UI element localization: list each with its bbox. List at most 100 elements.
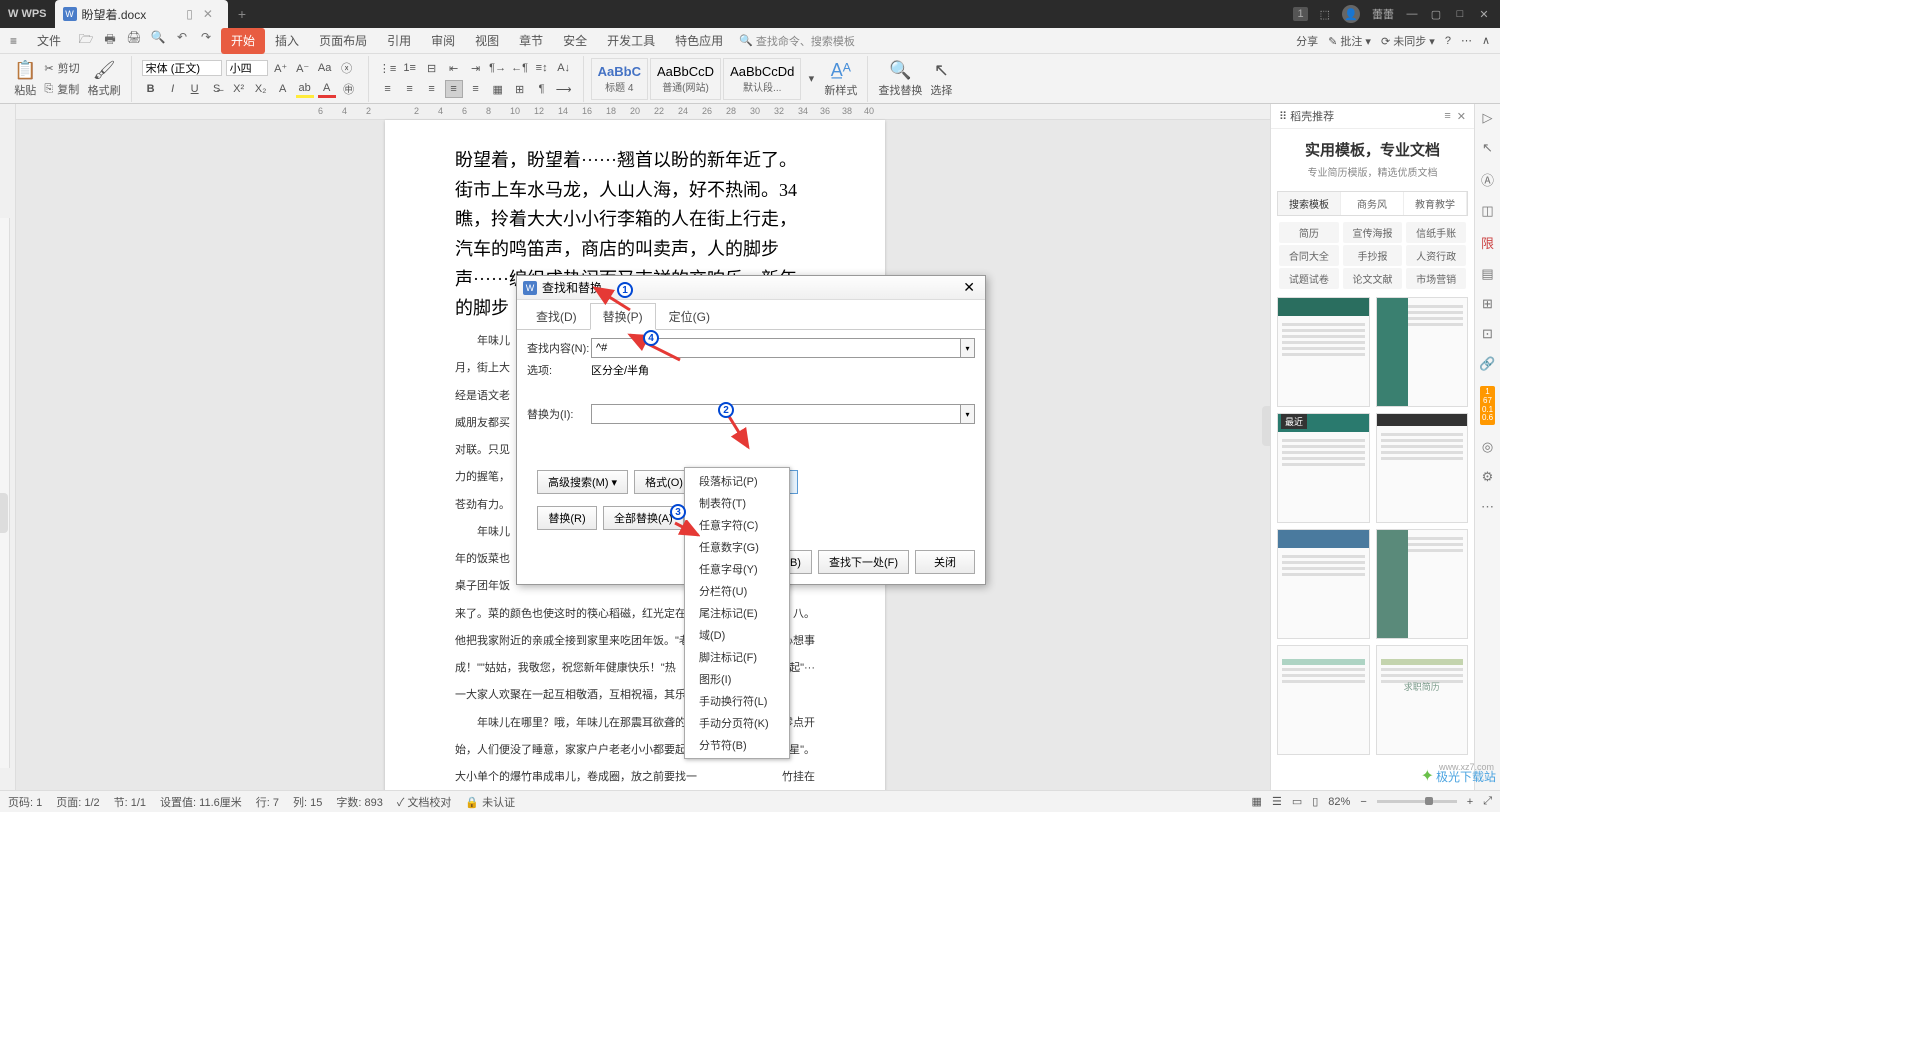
template-thumb[interactable] — [1376, 413, 1469, 523]
menu-footnote[interactable]: 脚注标记(F) — [685, 646, 789, 668]
user-avatar[interactable]: 👤 — [1342, 5, 1360, 23]
copy-button[interactable]: ⎘ 复制 — [44, 81, 79, 97]
menu-column-break[interactable]: 分栏符(U) — [685, 580, 789, 602]
side-circle-icon[interactable]: ◎ — [1482, 439, 1493, 455]
fontcolor-icon[interactable]: A — [318, 80, 336, 98]
menu-any-letter[interactable]: 任意字母(Y) — [685, 558, 789, 580]
panel-close-icon[interactable]: ✕ — [1457, 110, 1466, 123]
font-size-select[interactable] — [226, 60, 268, 76]
help-icon[interactable]: ? — [1445, 35, 1451, 47]
bold-icon[interactable]: B — [142, 80, 160, 98]
side-limit-icon[interactable]: 限 — [1481, 233, 1494, 252]
increase-font-icon[interactable]: A⁺ — [272, 59, 290, 77]
side-select-icon[interactable]: ↖ — [1482, 140, 1493, 156]
side-style-icon[interactable]: Ⓐ — [1481, 170, 1494, 189]
comment-button[interactable]: ✎ 批注 ▾ — [1328, 33, 1371, 49]
status-words[interactable]: 字数: 893 — [336, 794, 382, 810]
menu-any-digit[interactable]: 任意数字(G) — [685, 536, 789, 558]
linespacing-icon[interactable]: ≡↕ — [533, 59, 551, 77]
decrease-indent-icon[interactable]: ⇤ — [445, 59, 463, 77]
subscript-icon[interactable]: X₂ — [252, 80, 270, 98]
apps-icon[interactable]: ⬚ — [1320, 8, 1330, 21]
side-shape-icon[interactable]: ◫ — [1481, 203, 1493, 219]
tag[interactable]: 试题试卷 — [1279, 268, 1339, 289]
template-thumb[interactable] — [1277, 297, 1370, 407]
tab-references[interactable]: 引用 — [377, 28, 421, 54]
chevron-icon[interactable]: ∧ — [1482, 34, 1490, 47]
tag[interactable]: 信纸手账 — [1406, 222, 1466, 243]
cut-button[interactable]: ✂ 剪切 — [44, 60, 79, 76]
share-button[interactable]: 分享 — [1296, 33, 1318, 49]
shading-icon[interactable]: ▦ — [489, 80, 507, 98]
print-icon[interactable]: 🖨 — [125, 30, 143, 51]
panel-grip-icon[interactable]: ⠿ — [1279, 110, 1287, 123]
tab-start[interactable]: 开始 — [221, 28, 265, 54]
panel-collapse-handle[interactable] — [1262, 406, 1270, 446]
status-proof[interactable]: ✓ 文档校对 — [397, 794, 452, 810]
window-minimize[interactable]: — — [1406, 8, 1418, 20]
menu-section-break[interactable]: 分节符(B) — [685, 734, 789, 756]
cat-business[interactable]: 商务风 — [1341, 192, 1404, 215]
template-thumb[interactable] — [1277, 529, 1370, 639]
select-button[interactable]: ↖选择 — [926, 60, 956, 98]
tag[interactable]: 宣传海报 — [1343, 222, 1403, 243]
zoom-in-icon[interactable]: + — [1467, 796, 1473, 808]
tag[interactable]: 人资行政 — [1406, 245, 1466, 266]
window-maximize[interactable]: □ — [1454, 8, 1466, 20]
redo-icon[interactable]: ↷ — [197, 30, 215, 51]
bullets-icon[interactable]: ⋮≡ — [379, 59, 397, 77]
menu-endnote[interactable]: 尾注标记(E) — [685, 602, 789, 624]
tab-layout[interactable]: 页面布局 — [309, 28, 377, 54]
multilevel-icon[interactable]: ⊟ — [423, 59, 441, 77]
panel-settings-icon[interactable]: ≡ — [1444, 110, 1450, 123]
side-more-icon[interactable]: ⋯ — [1481, 499, 1494, 515]
replace-button[interactable]: 替换(R) — [537, 506, 597, 530]
zoom-slider[interactable] — [1377, 800, 1457, 803]
newstyle-button[interactable]: A̲ᴬ新样式 — [820, 60, 861, 98]
tab-devtools[interactable]: 开发工具 — [597, 28, 665, 54]
close-button[interactable]: 关闭 — [915, 550, 975, 574]
align-left-icon[interactable]: ≡ — [379, 80, 397, 98]
italic-icon[interactable]: I — [164, 80, 182, 98]
style-heading4[interactable]: AaBbC标题 4 — [591, 58, 648, 100]
menu-graphic[interactable]: 图形(I) — [685, 668, 789, 690]
align-distribute-icon[interactable]: ≡ — [467, 80, 485, 98]
recent-badge[interactable]: 最近 — [1281, 414, 1307, 429]
cat-search[interactable]: 搜索模板 — [1278, 192, 1341, 215]
font-name-select[interactable] — [142, 60, 222, 76]
menu-field[interactable]: 域(D) — [685, 624, 789, 646]
save-icon[interactable]: 🖶 — [101, 30, 119, 51]
zoom-value[interactable]: 82% — [1328, 796, 1350, 808]
style-default[interactable]: AaBbCcDd默认段... — [723, 58, 801, 100]
align-right-icon[interactable]: ≡ — [423, 80, 441, 98]
tab-close-icon[interactable]: ✕ — [203, 7, 213, 21]
horizontal-ruler[interactable]: 642 246 81012 141618 202224 262830 32343… — [0, 104, 1270, 120]
view-print-icon[interactable]: ▦ — [1252, 795, 1262, 808]
tag[interactable]: 简历 — [1279, 222, 1339, 243]
increase-indent-icon[interactable]: ⇥ — [467, 59, 485, 77]
style-normal-web[interactable]: AaBbCcD普通(网站) — [650, 58, 721, 100]
borders-icon[interactable]: ⊞ — [511, 80, 529, 98]
side-layer-icon[interactable]: ⊞ — [1482, 296, 1493, 312]
file-menu[interactable]: 文件 — [27, 28, 71, 54]
preview-icon[interactable]: 🔍 — [149, 30, 167, 51]
numbering-icon[interactable]: 1≡ — [401, 59, 419, 77]
paste-button[interactable]: 📋粘贴 — [10, 60, 40, 98]
template-thumb[interactable]: 求职简历 — [1376, 645, 1469, 755]
template-thumb[interactable] — [1376, 529, 1469, 639]
align-justify-icon[interactable]: ≡ — [445, 80, 463, 98]
view-read-icon[interactable]: ▯ — [1312, 795, 1318, 808]
showmarks-icon[interactable]: ¶ — [533, 80, 551, 98]
hamburger-icon[interactable]: ≡ — [0, 28, 27, 54]
open-icon[interactable]: 🗁 — [77, 30, 95, 51]
formatpainter-button[interactable]: 🖌格式刷 — [84, 60, 125, 98]
side-settings-icon[interactable]: ⚙ — [1482, 469, 1494, 485]
tab-security[interactable]: 安全 — [553, 28, 597, 54]
add-tab-button[interactable]: + — [228, 6, 256, 22]
undo-icon[interactable]: ↶ — [173, 30, 191, 51]
tabs-icon[interactable]: ⟶ — [555, 80, 573, 98]
status-pages[interactable]: 页面: 1/2 — [56, 794, 99, 810]
zoom-out-icon[interactable]: − — [1360, 796, 1366, 808]
advanced-search-button[interactable]: 高级搜索(M) ▾ — [537, 470, 628, 494]
phonetic-icon[interactable]: ㊥ — [340, 80, 358, 98]
